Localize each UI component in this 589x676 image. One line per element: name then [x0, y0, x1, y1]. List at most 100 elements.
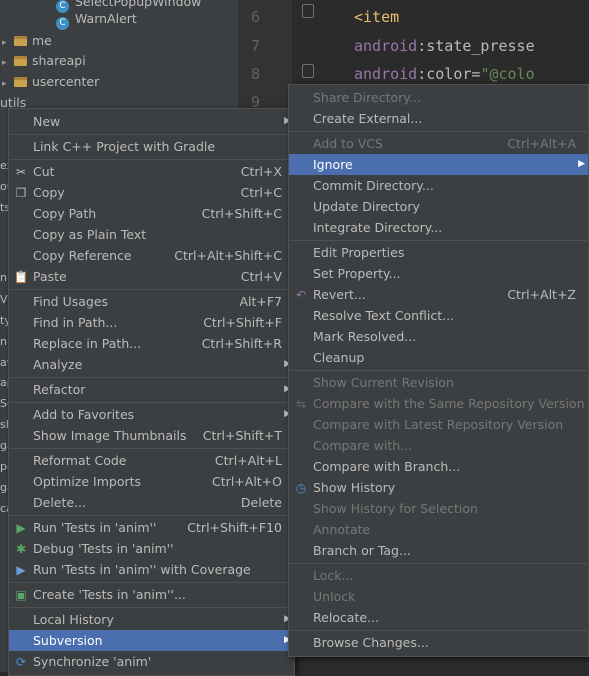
menu-item-label: Revert...	[313, 287, 366, 302]
menu-item-label: Integrate Directory...	[313, 220, 443, 235]
folder-icon	[14, 77, 27, 87]
menu-item-label: Find in Path...	[33, 315, 118, 330]
menu-item-update-directory[interactable]: Update Directory	[289, 196, 588, 217]
menu-item-label: Copy Reference	[33, 248, 132, 263]
menu-item-label: Copy as Plain Text	[33, 227, 147, 242]
menu-item-unlock[interactable]: Unlock	[289, 586, 588, 607]
code-line[interactable]: <item	[354, 8, 399, 26]
compare-icon: ⇆	[295, 397, 307, 411]
menu-item-refactor[interactable]: Refactor▶	[9, 379, 294, 400]
code-line[interactable]: android:state_presse	[354, 37, 535, 55]
menu-item-replace-in-path[interactable]: Replace in Path... Ctrl+Shift+R	[9, 333, 294, 354]
menu-item-show-history-for-selection[interactable]: Show History for Selection	[289, 498, 588, 519]
menu-item-label: Refactor	[33, 382, 86, 397]
menu-item-shortcut: Ctrl+Shift+F10	[187, 520, 282, 535]
menu-item-optimize-imports[interactable]: Optimize Imports Ctrl+Alt+O	[9, 471, 294, 492]
menu-item-copy[interactable]: ❐ Copy Ctrl+C	[9, 182, 294, 203]
project-context-menu: New▶ Link C++ Project with Gradle ✂CutCtrl…	[8, 108, 295, 676]
menu-item-synchronize-anim[interactable]: ⟳ Synchronize 'anim'	[9, 651, 294, 672]
code-token: android	[354, 37, 418, 55]
menu-item-create-tests-in-anim[interactable]: ▣ Create 'Tests in 'anim''...	[9, 584, 294, 605]
menu-item-reformat-code[interactable]: Reformat Code Ctrl+Alt+L	[9, 450, 294, 471]
menu-item-paste[interactable]: 📋 Paste Ctrl+V	[9, 266, 294, 287]
menu-item-relocate[interactable]: Relocate...	[289, 607, 588, 628]
expand-arrow-icon[interactable]: ▸	[2, 33, 10, 53]
subversion-submenu: Share Directory... Create External... Add …	[288, 84, 589, 657]
tree-item-usercenter[interactable]: ▸ usercenter	[2, 72, 99, 92]
menu-item-link-c-project-with-gradle[interactable]: Link C++ Project with Gradle	[9, 136, 294, 157]
menu-item-ignore[interactable]: Ignore ▶	[289, 154, 588, 175]
menu-item-label: Replace in Path...	[33, 336, 142, 351]
menu-item-browse-changes[interactable]: Browse Changes...	[289, 632, 588, 653]
menu-item-branch-or-tag[interactable]: Branch or Tag...	[289, 540, 588, 561]
menu-item-label: Show Current Revision	[313, 375, 454, 390]
menu-item-shortcut: Ctrl+Shift+C	[201, 206, 282, 221]
menu-item-find-usages[interactable]: Find Usages Alt+F7	[9, 291, 294, 312]
menu-item-run-tests-in-anim[interactable]: ▶ Run 'Tests in 'anim'' Ctrl+Shift+F10	[9, 517, 294, 538]
menu-item-local-history[interactable]: Local History▶	[9, 609, 294, 630]
menu-item-add-to-favorites[interactable]: Add to Favorites▶	[9, 404, 294, 425]
menu-item-shortcut: Ctrl+Alt+Shift+C	[174, 248, 282, 263]
expand-arrow-icon[interactable]: ▸	[2, 74, 10, 94]
menu-item-shortcut: Ctrl+Alt+L	[214, 453, 282, 468]
menu-item-label: Add to VCS	[313, 136, 383, 151]
menu-item-mark-resolved[interactable]: Mark Resolved...	[289, 326, 588, 347]
menu-item-commit-directory[interactable]: Commit Directory...	[289, 175, 588, 196]
menu-item-show-history[interactable]: ◷ Show History	[289, 477, 588, 498]
menu-item-set-property[interactable]: Set Property...	[289, 263, 588, 284]
menu-item-share-directory[interactable]: Share Directory...	[289, 87, 588, 108]
menu-item-add-to-vcs[interactable]: Add to VCS Ctrl+Alt+A	[289, 133, 588, 154]
menu-item-subversion[interactable]: Subversion▶	[9, 630, 294, 651]
menu-item-cut[interactable]: ✂ Cut Ctrl+X	[9, 161, 294, 182]
sync-icon: ⟳	[15, 655, 27, 669]
menu-item-label: New	[33, 114, 61, 129]
menu-item-lock[interactable]: Lock...	[289, 565, 588, 586]
menu-item-label: Paste	[33, 269, 67, 284]
menu-item-show-image-thumbnails[interactable]: Show Image Thumbnails Ctrl+Shift+T	[9, 425, 294, 446]
menu-item-label: Browse Changes...	[313, 635, 429, 650]
menu-item-run-tests-in-anim-with-coverage[interactable]: ▶ Run 'Tests in 'anim'' with Coverage	[9, 559, 294, 580]
menu-item-edit-properties[interactable]: Edit Properties	[289, 242, 588, 263]
menu-item-label: Link C++ Project with Gradle	[33, 139, 216, 154]
menu-item-label: Show History	[313, 480, 396, 495]
menu-item-integrate-directory[interactable]: Integrate Directory...	[289, 217, 588, 238]
menu-item-show-current-revision[interactable]: Show Current Revision	[289, 372, 588, 393]
history-icon: ◷	[295, 481, 307, 495]
expand-arrow-icon[interactable]: ▸	[2, 53, 10, 73]
folder-icon	[14, 56, 27, 66]
tree-item-shareapi[interactable]: ▸ shareapi	[2, 51, 86, 71]
menu-item-label: Delete...	[33, 495, 86, 510]
line-number: 8	[250, 65, 260, 83]
menu-item-resolve-text-conflict[interactable]: Resolve Text Conflict...	[289, 305, 588, 326]
menu-item-shortcut: Ctrl+Shift+F	[203, 315, 282, 330]
code-token: android	[354, 65, 418, 83]
paste-icon: 📋	[13, 270, 29, 284]
menu-item-cleanup[interactable]: Cleanup	[289, 347, 588, 368]
fold-marker-icon[interactable]	[302, 4, 314, 18]
menu-item-compare-with-branch[interactable]: Compare with Branch...	[289, 456, 588, 477]
menu-item-copy-as-plain-text[interactable]: Copy as Plain Text	[9, 224, 294, 245]
code-line[interactable]: android:color="@colo	[354, 65, 535, 83]
folder-icon	[14, 36, 27, 46]
menu-item-compare-with-latest-repository-version[interactable]: Compare with Latest Repository Version	[289, 414, 588, 435]
menu-item-create-external[interactable]: Create External...	[289, 108, 588, 129]
menu-item-compare-with[interactable]: Compare with...	[289, 435, 588, 456]
menu-item-new[interactable]: New▶	[9, 111, 294, 132]
fold-marker-icon[interactable]	[302, 64, 314, 78]
menu-item-label: Set Property...	[313, 266, 401, 281]
menu-item-revert[interactable]: ↶ Revert... Ctrl+Alt+Z	[289, 284, 588, 305]
tree-item-warnalert[interactable]: C WarnAlert	[56, 9, 137, 30]
menu-item-compare-with-the-same-repository-version[interactable]: ⇆ Compare with the Same Repository Versio…	[289, 393, 588, 414]
menu-item-copy-reference[interactable]: Copy Reference Ctrl+Alt+Shift+C	[9, 245, 294, 266]
menu-item-label: Find Usages	[33, 294, 109, 309]
menu-item-find-in-path[interactable]: Find in Path... Ctrl+Shift+F	[9, 312, 294, 333]
menu-item-annotate[interactable]: Annotate	[289, 519, 588, 540]
menu-separator	[10, 448, 293, 449]
menu-item-analyze[interactable]: Analyze▶	[9, 354, 294, 375]
menu-item-debug-tests-in-anim[interactable]: ✱ Debug 'Tests in 'anim''	[9, 538, 294, 559]
menu-item-label: Run 'Tests in 'anim''	[33, 520, 157, 535]
menu-item-label: Unlock	[313, 589, 356, 604]
menu-item-copy-path[interactable]: Copy Path Ctrl+Shift+C	[9, 203, 294, 224]
menu-item-delete[interactable]: Delete... Delete	[9, 492, 294, 513]
tree-item-me[interactable]: ▸ me	[2, 31, 52, 51]
